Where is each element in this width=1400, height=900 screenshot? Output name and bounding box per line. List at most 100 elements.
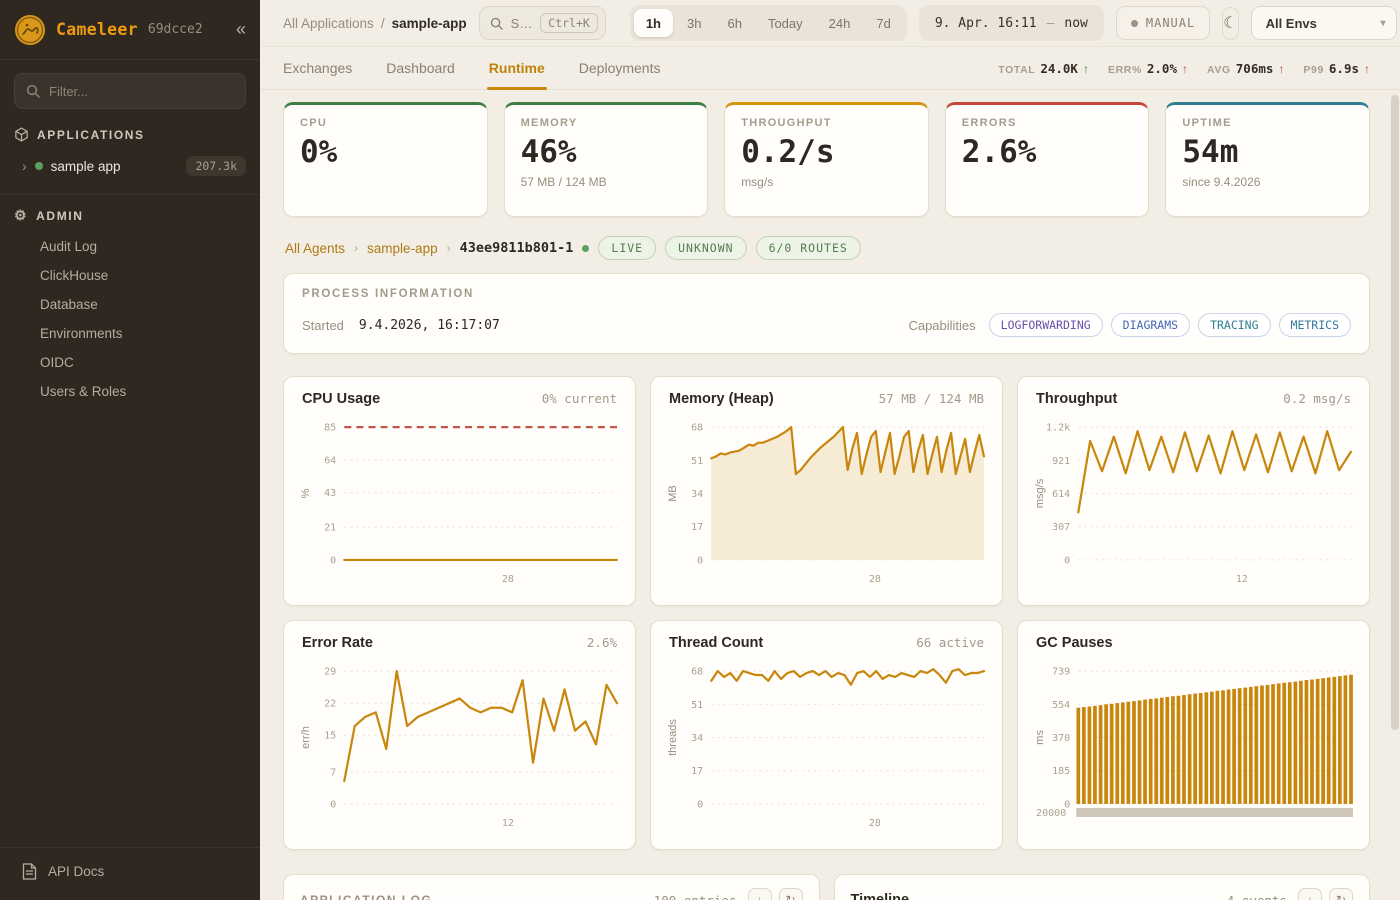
svg-text:msg/s: msg/s	[1034, 478, 1046, 508]
log-entries-count: 100 entries	[654, 893, 737, 900]
svg-text:0: 0	[697, 555, 703, 566]
environment-select[interactable]: All Envs ▾	[1251, 6, 1397, 40]
filter-wrap: Filter...	[0, 60, 260, 115]
svg-text:12: 12	[502, 818, 514, 829]
svg-text:28: 28	[869, 574, 881, 585]
tab-dashboard[interactable]: Dashboard	[386, 47, 455, 89]
refresh-button[interactable]: ↻	[779, 888, 803, 900]
timeline-panel: Timeline 4 events ↓ ↻	[834, 874, 1371, 900]
scrollbar[interactable]	[1391, 95, 1399, 898]
gear-icon: ⚙	[14, 207, 28, 224]
tab-runtime[interactable]: Runtime	[489, 47, 545, 89]
applications-header-label: APPLICATIONS	[37, 128, 145, 142]
svg-text:21: 21	[324, 523, 336, 534]
memory-heap-plot: 68513417028MB	[665, 411, 988, 588]
chart-current-value: 66 active	[916, 635, 984, 650]
range-button-24h[interactable]: 24h	[817, 9, 863, 37]
filter-placeholder: Filter...	[49, 84, 88, 99]
api-docs-label: API Docs	[48, 864, 104, 879]
svg-text:0: 0	[330, 555, 336, 566]
expand-chevron-icon[interactable]: ›	[22, 158, 27, 174]
download-button[interactable]: ↓	[748, 888, 772, 900]
date-to: now	[1064, 16, 1087, 31]
chart-current-value: 0.2 msg/s	[1283, 391, 1351, 406]
summary-stats: TOTAL 24.0K ↑ ERR% 2.0% ↑ AVG 706ms ↑ P9…	[998, 47, 1370, 89]
svg-text:1.2k: 1.2k	[1046, 423, 1070, 434]
svg-text:7: 7	[330, 767, 336, 778]
document-icon	[22, 863, 37, 880]
sidebar-header: Cameleer 69dcce2 «	[0, 0, 260, 60]
env-selected-value: All Envs	[1266, 16, 1317, 31]
sidebar-item-audit-log[interactable]: Audit Log	[0, 232, 260, 261]
manual-refresh-button[interactable]: MANUAL	[1116, 6, 1210, 40]
capability-pill-diagrams: DIAGRAMS	[1111, 313, 1190, 337]
started-value: 9.4.2026, 16:17:07	[359, 318, 500, 333]
live-status-pill: LIVE	[598, 236, 656, 260]
svg-text:12: 12	[1236, 574, 1248, 585]
chart-thread-count: Thread Count 66 active 68513417028thread…	[650, 620, 1003, 850]
filter-input[interactable]: Filter...	[14, 73, 246, 109]
svg-text:68: 68	[691, 423, 703, 434]
svg-text:51: 51	[691, 700, 703, 711]
search-icon	[26, 84, 40, 98]
search-placeholder: S…	[511, 16, 533, 31]
sidebar-item-api-docs[interactable]: API Docs	[0, 847, 260, 900]
process-info-row: Started 9.4.2026, 16:17:07 Capabilities …	[302, 313, 1351, 337]
page-content: CPU 0% MEMORY 46% 57 MB / 124 MB THROUGH…	[260, 90, 1400, 900]
collapse-sidebar-icon[interactable]: «	[236, 19, 246, 40]
sidebar-item-users-roles[interactable]: Users & Roles	[0, 377, 260, 406]
package-icon	[14, 127, 29, 142]
charts-grid: CPU Usage 0% current 85644321028% Memory…	[283, 376, 1370, 850]
chart-cpu-usage: CPU Usage 0% current 85644321028%	[283, 376, 636, 606]
refresh-button[interactable]: ↻	[1329, 888, 1353, 900]
search-icon	[490, 17, 503, 30]
tab-deployments[interactable]: Deployments	[579, 47, 661, 89]
svg-text:20000: 20000	[1036, 808, 1066, 819]
chart-title: Throughput	[1036, 391, 1117, 407]
breadcrumb-current: sample-app	[392, 16, 467, 31]
applications-section-header: APPLICATIONS	[0, 115, 260, 150]
chart-title: Memory (Heap)	[669, 391, 774, 407]
date-range-display[interactable]: 9. Apr. 16:11 — now	[919, 5, 1104, 41]
application-log-panel: APPLICATION LOG 100 entries ↓ ↻	[283, 874, 820, 900]
range-button-1h[interactable]: 1h	[634, 9, 673, 37]
main-area: All Applications / sample-app S… Ctrl+K …	[260, 0, 1400, 900]
range-button-7d[interactable]: 7d	[864, 9, 902, 37]
range-button-3h[interactable]: 3h	[675, 9, 713, 37]
svg-text:921: 921	[1052, 456, 1070, 467]
tab-exchanges[interactable]: Exchanges	[283, 47, 352, 89]
all-agents-link[interactable]: All Agents	[285, 241, 345, 256]
agent-app-link[interactable]: sample-app	[367, 241, 438, 256]
trend-up-icon: ↑	[1083, 62, 1089, 76]
range-button-6h[interactable]: 6h	[715, 9, 753, 37]
breadcrumb: All Applications / sample-app	[283, 16, 467, 31]
svg-text:err/h: err/h	[300, 726, 312, 749]
sidebar-item-sample-app[interactable]: › sample app 207.3k	[0, 150, 260, 182]
application-log-title: APPLICATION LOG	[300, 893, 432, 900]
download-button[interactable]: ↓	[1298, 888, 1322, 900]
svg-text:0: 0	[697, 799, 703, 810]
svg-text:22: 22	[324, 699, 336, 710]
scrollbar-thumb[interactable]	[1391, 95, 1399, 730]
svg-text:34: 34	[691, 733, 703, 744]
timeline-events-count: 4 events	[1227, 893, 1287, 900]
global-search-input[interactable]: S… Ctrl+K	[479, 6, 606, 40]
thread-count-plot: 68513417028threads	[665, 655, 988, 832]
svg-text:614: 614	[1052, 489, 1070, 500]
range-button-today[interactable]: Today	[756, 9, 815, 37]
breadcrumb-root-link[interactable]: All Applications	[283, 16, 374, 31]
sidebar-item-oidc[interactable]: OIDC	[0, 348, 260, 377]
svg-text:15: 15	[324, 731, 336, 742]
chart-current-value: 0% current	[542, 391, 617, 406]
sidebar-item-environments[interactable]: Environments	[0, 319, 260, 348]
sidebar-item-database[interactable]: Database	[0, 290, 260, 319]
search-shortcut-kbd: Ctrl+K	[540, 13, 598, 33]
stat-avg: AVG 706ms ↑	[1207, 61, 1284, 76]
svg-text:185: 185	[1052, 766, 1070, 777]
dark-mode-toggle[interactable]: ☾	[1222, 7, 1238, 40]
metric-card-memory: MEMORY 46% 57 MB / 124 MB	[504, 102, 709, 217]
process-info-header: PROCESS INFORMATION	[302, 288, 1351, 300]
svg-text:17: 17	[691, 766, 703, 777]
agent-id: 43ee9811b801-1	[460, 240, 574, 256]
sidebar-item-clickhouse[interactable]: ClickHouse	[0, 261, 260, 290]
